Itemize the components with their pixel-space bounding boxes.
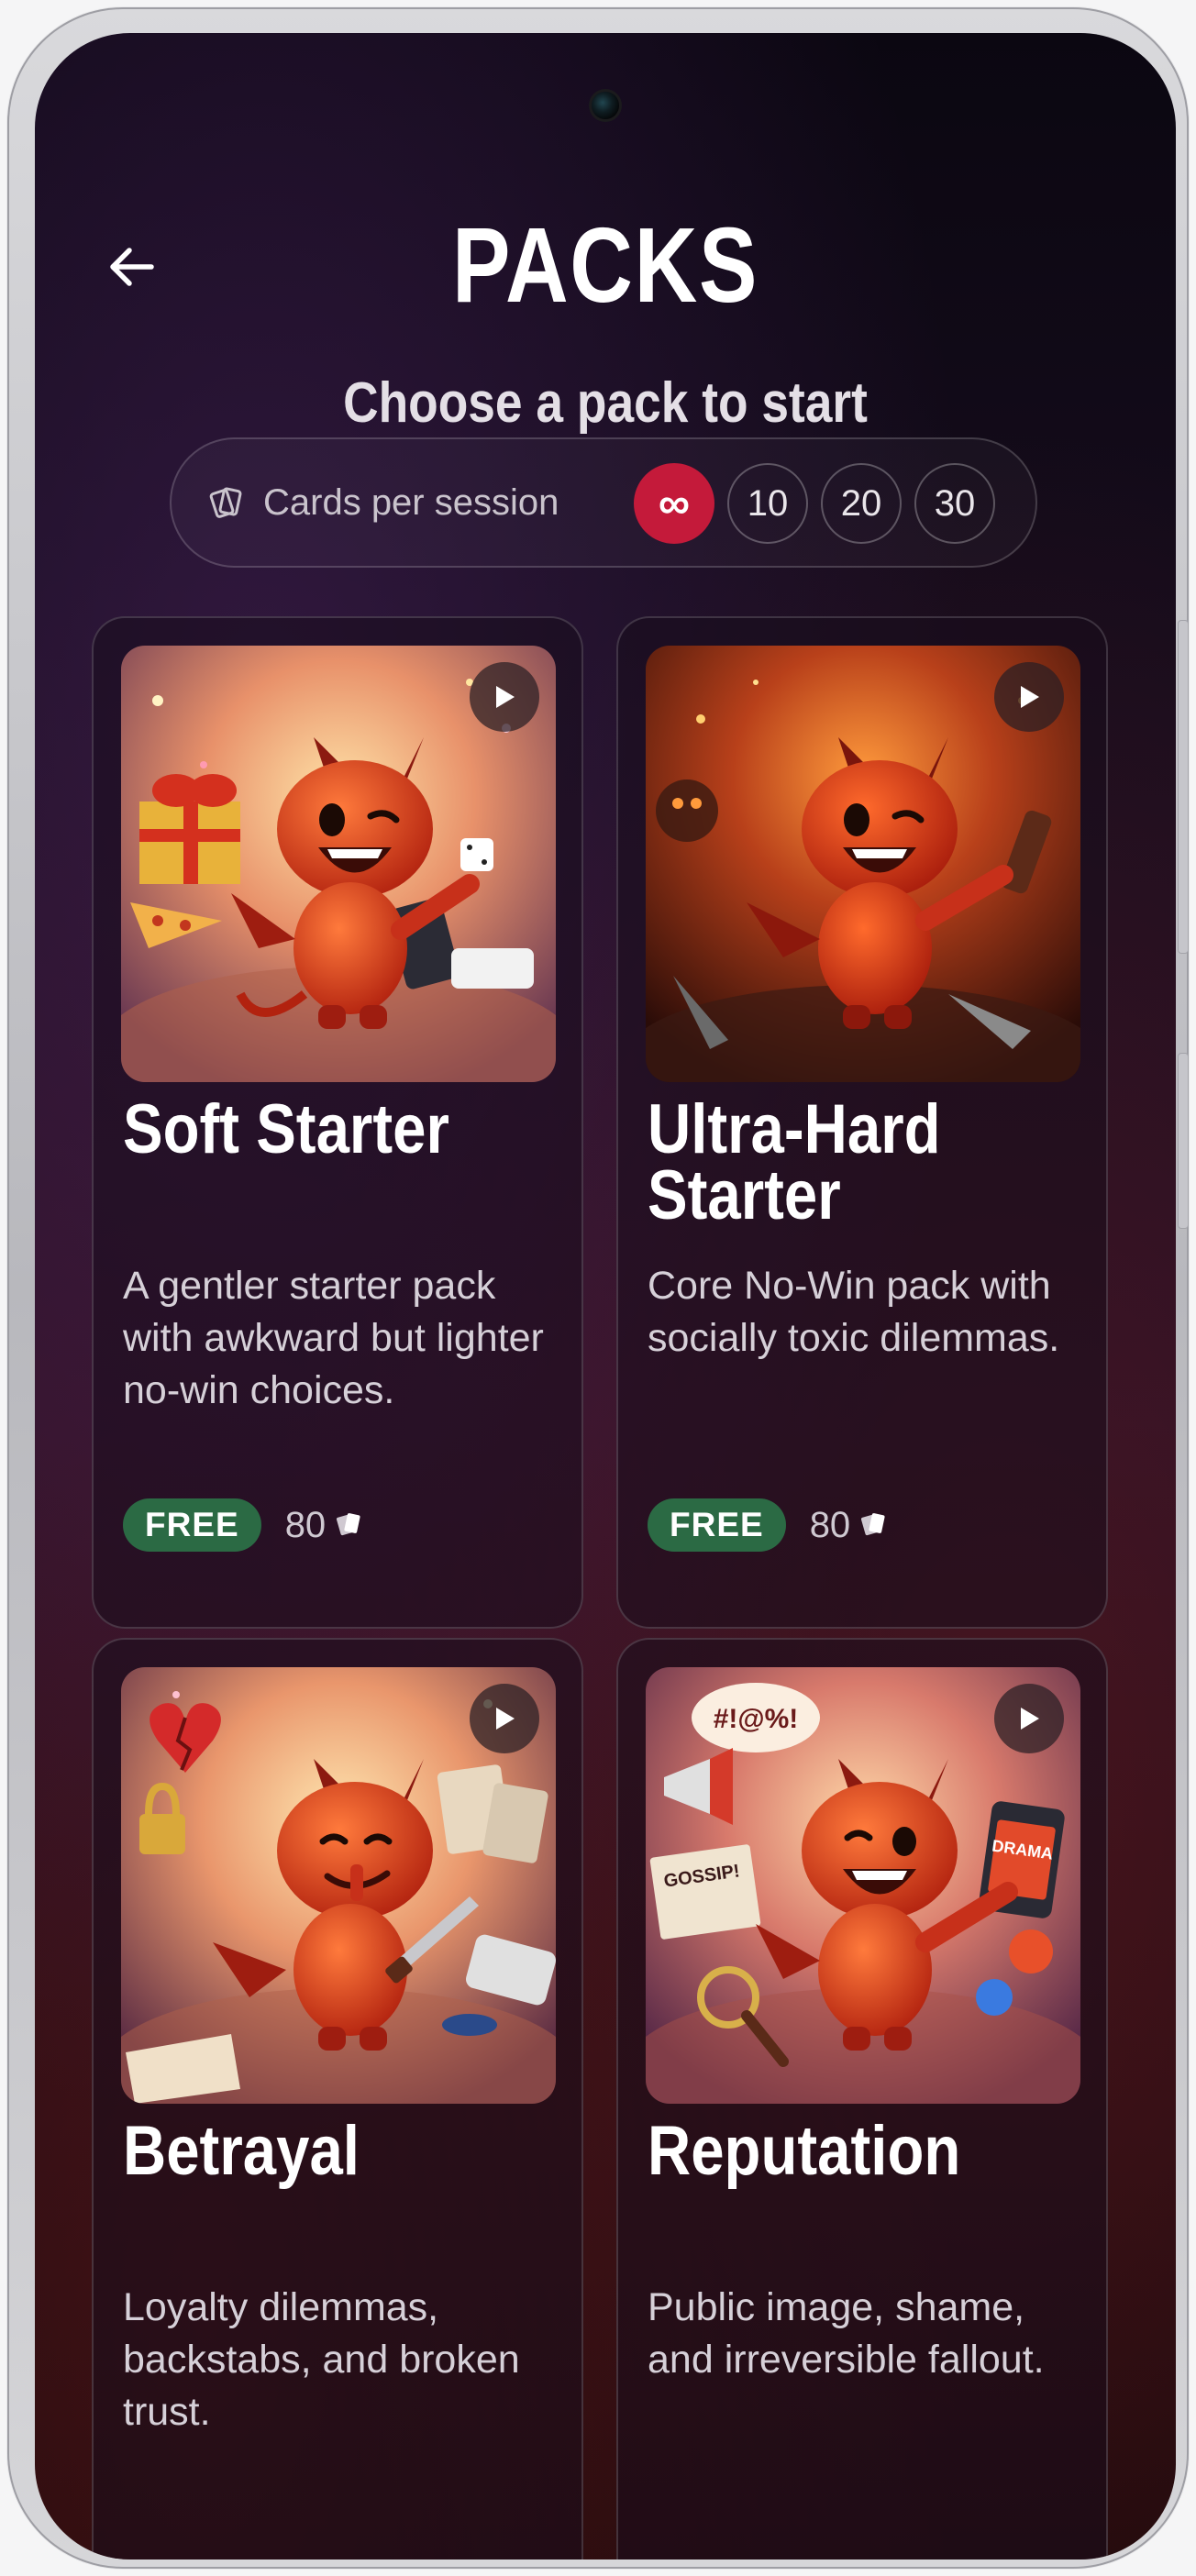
cards-icon (209, 487, 242, 518)
pack-title: Soft Starter (123, 1090, 449, 1168)
pack-meta: FREE 80 (123, 1498, 366, 1552)
pack-description: Public image, shame, and irreversible fa… (648, 2285, 1045, 2382)
pack-art-reputation: #!@%! GOSSIP! DRAMA (646, 1667, 1080, 2104)
play-preview-button[interactable] (470, 1684, 539, 1753)
pack-card-soft-starter[interactable]: Soft Starter A gentler starter pack with… (92, 616, 583, 1629)
pack-meta: FREE 80 (648, 1498, 891, 1552)
cards-icon (861, 1513, 885, 1536)
play-preview-button[interactable] (470, 662, 539, 732)
page-subtitle: Choose a pack to start (343, 371, 868, 435)
play-icon (1021, 686, 1039, 708)
pack-description: A gentler starter pack with awkward but … (123, 1264, 544, 1412)
pack-card-betrayal[interactable]: Betrayal Loyalty dilemmas, backstabs, an… (92, 1638, 583, 2559)
session-option-20[interactable]: 20 (821, 463, 902, 544)
pack-art-soft-starter (121, 646, 556, 1082)
play-preview-button[interactable] (994, 1684, 1064, 1753)
pack-description: Loyalty dilemmas, backstabs, and broken … (123, 2285, 520, 2434)
free-badge: FREE (123, 1498, 261, 1552)
pack-title: Ultra-Hard Starter (648, 1090, 941, 1234)
app-screen: PACKS Choose a pack to start Cards per s… (35, 33, 1176, 2559)
page-title: PACKS (451, 205, 759, 325)
cards-per-session-bar: Cards per session ∞ 10 20 30 (170, 437, 1037, 568)
front-camera (592, 92, 619, 119)
cards-icon (337, 1513, 360, 1536)
session-label-group: Cards per session (206, 439, 559, 566)
free-badge: FREE (648, 1498, 786, 1552)
phone-frame: PACKS Choose a pack to start Cards per s… (7, 7, 1189, 2569)
speech-bubble-text: #!@%! (714, 1704, 799, 1734)
play-icon (496, 686, 515, 708)
card-count-value: 80 (809, 1504, 851, 1545)
pack-card-reputation[interactable]: #!@%! GOSSIP! DRAMA Reputation Public im… (616, 1638, 1108, 2559)
pack-card-ultra-hard-starter[interactable]: Ultra-Hard Starter Core No-Win pack with… (616, 616, 1108, 1629)
session-label: Cards per session (263, 481, 559, 523)
power-button (1178, 1053, 1189, 1229)
session-option-30[interactable]: 30 (914, 463, 995, 544)
play-preview-button[interactable] (994, 662, 1064, 732)
pack-title: Betrayal (123, 2112, 360, 2190)
play-icon (1021, 1708, 1039, 1730)
volume-button (1178, 620, 1189, 954)
session-option-10[interactable]: 10 (727, 463, 808, 544)
card-count: 80 (810, 1505, 891, 1546)
session-option-infinite[interactable]: ∞ (634, 463, 714, 544)
card-count: 80 (285, 1505, 367, 1546)
pack-art-ultra-hard-starter (646, 646, 1080, 1082)
card-count-value: 80 (284, 1504, 327, 1545)
pack-title: Reputation (648, 2112, 961, 2190)
play-icon (496, 1708, 515, 1730)
pack-description: Core No-Win pack with socially toxic dil… (648, 1264, 1060, 1360)
pack-art-betrayal (121, 1667, 556, 2104)
